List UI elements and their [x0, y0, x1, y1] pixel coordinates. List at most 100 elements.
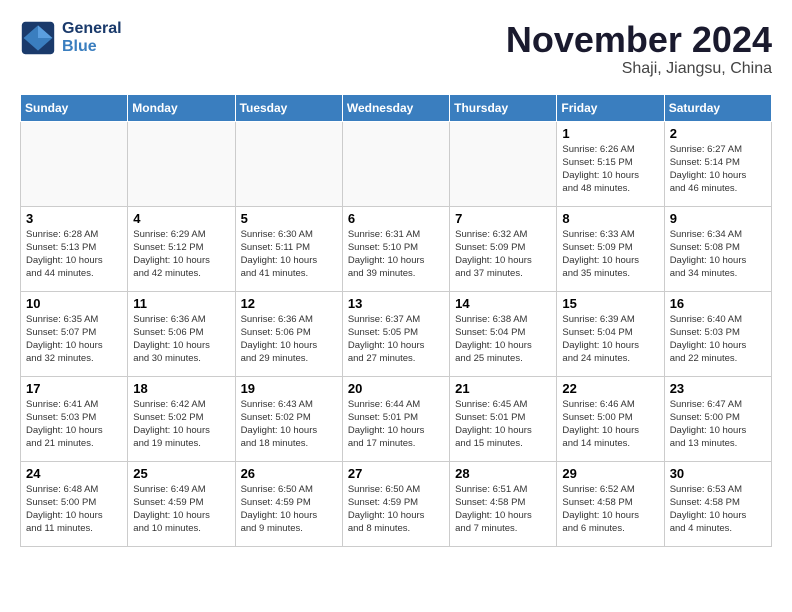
day-info: Sunrise: 6:51 AMSunset: 4:58 PMDaylight:… — [455, 483, 551, 536]
day-number: 18 — [133, 381, 229, 396]
day-header-wednesday: Wednesday — [342, 94, 449, 121]
logo-text: General Blue — [62, 20, 122, 56]
day-number: 12 — [241, 296, 337, 311]
calendar-day-14: 14Sunrise: 6:38 AMSunset: 5:04 PMDayligh… — [450, 291, 557, 376]
day-number: 29 — [562, 466, 658, 481]
calendar-week-row: 10 Sunrise: 6:35 AMSunset: 5:07 PMDayligh… — [21, 291, 772, 376]
day-number: 1 — [562, 126, 658, 141]
location: Shaji, Jiangsu, China — [506, 60, 772, 78]
day-header-saturday: Saturday — [664, 94, 771, 121]
day-header-sunday: Sunday — [21, 94, 128, 121]
day-header-thursday: Thursday — [450, 94, 557, 121]
day-number: 5 — [241, 211, 337, 226]
calendar: SundayMondayTuesdayWednesdayThursdayFrid… — [20, 94, 772, 547]
day-info: Sunrise: 6:48 AMSunset: 5:00 PMDaylight:… — [26, 483, 122, 536]
calendar-day-9: 9 Sunrise: 6:34 AMSunset: 5:08 PMDaylight… — [664, 206, 771, 291]
day-number: 22 — [562, 381, 658, 396]
day-number: 2 — [670, 126, 766, 141]
day-info: Sunrise: 6:33 AMSunset: 5:09 PMDaylight:… — [562, 228, 658, 281]
calendar-day-11: 11 Sunrise: 6:36 AMSunset: 5:06 PMDayligh… — [128, 291, 235, 376]
day-info: Sunrise: 6:30 AMSunset: 5:11 PMDaylight:… — [241, 228, 337, 281]
day-number: 15 — [562, 296, 658, 311]
day-number: 21 — [455, 381, 551, 396]
day-info: Sunrise: 6:53 AMSunset: 4:58 PMDaylight:… — [670, 483, 766, 536]
calendar-day-15: 15 Sunrise: 6:39 AMSunset: 5:04 PMDayligh… — [557, 291, 664, 376]
calendar-day-26: 26Sunrise: 6:50 AMSunset: 4:59 PMDayligh… — [235, 461, 342, 546]
day-number: 6 — [348, 211, 444, 226]
day-number: 30 — [670, 466, 766, 481]
day-number: 23 — [670, 381, 766, 396]
day-number: 11 — [133, 296, 229, 311]
calendar-day-7: 7Sunrise: 6:32 AMSunset: 5:09 PMDaylight… — [450, 206, 557, 291]
day-header-tuesday: Tuesday — [235, 94, 342, 121]
day-info: Sunrise: 6:31 AMSunset: 5:10 PMDaylight:… — [348, 228, 444, 281]
calendar-day-28: 28 Sunrise: 6:51 AMSunset: 4:58 PMDayligh… — [450, 461, 557, 546]
calendar-day-4: 4Sunrise: 6:29 AMSunset: 5:12 PMDaylight… — [128, 206, 235, 291]
day-info: Sunrise: 6:42 AMSunset: 5:02 PMDaylight:… — [133, 398, 229, 451]
day-info: Sunrise: 6:47 AMSunset: 5:00 PMDaylight:… — [670, 398, 766, 451]
calendar-day-1: 1 Sunrise: 6:26 AMSunset: 5:15 PMDaylight… — [557, 121, 664, 206]
day-number: 27 — [348, 466, 444, 481]
logo-icon — [20, 20, 56, 56]
day-info: Sunrise: 6:44 AMSunset: 5:01 PMDaylight:… — [348, 398, 444, 451]
day-info: Sunrise: 6:26 AMSunset: 5:15 PMDaylight:… — [562, 143, 658, 196]
day-info: Sunrise: 6:36 AMSunset: 5:06 PMDaylight:… — [133, 313, 229, 366]
calendar-day-19: 19Sunrise: 6:43 AMSunset: 5:02 PMDayligh… — [235, 376, 342, 461]
calendar-week-row: 1 Sunrise: 6:26 AMSunset: 5:15 PMDaylight… — [21, 121, 772, 206]
calendar-day-29: 29 Sunrise: 6:52 AMSunset: 4:58 PMDayligh… — [557, 461, 664, 546]
calendar-day-17: 17 Sunrise: 6:41 AMSunset: 5:03 PMDayligh… — [21, 376, 128, 461]
calendar-day-22: 22 Sunrise: 6:46 AMSunset: 5:00 PMDayligh… — [557, 376, 664, 461]
calendar-day-23: 23 Sunrise: 6:47 AMSunset: 5:00 PMDayligh… — [664, 376, 771, 461]
calendar-day-27: 27Sunrise: 6:50 AMSunset: 4:59 PMDayligh… — [342, 461, 449, 546]
calendar-week-row: 17 Sunrise: 6:41 AMSunset: 5:03 PMDayligh… — [21, 376, 772, 461]
day-header-monday: Monday — [128, 94, 235, 121]
day-number: 13 — [348, 296, 444, 311]
day-info: Sunrise: 6:28 AMSunset: 5:13 PMDaylight:… — [26, 228, 122, 281]
day-info: Sunrise: 6:32 AMSunset: 5:09 PMDaylight:… — [455, 228, 551, 281]
day-number: 4 — [133, 211, 229, 226]
logo: General Blue — [20, 20, 122, 56]
day-number: 19 — [241, 381, 337, 396]
day-info: Sunrise: 6:52 AMSunset: 4:58 PMDaylight:… — [562, 483, 658, 536]
calendar-empty — [128, 121, 235, 206]
day-number: 3 — [26, 211, 122, 226]
day-header-friday: Friday — [557, 94, 664, 121]
calendar-day-18: 18 Sunrise: 6:42 AMSunset: 5:02 PMDayligh… — [128, 376, 235, 461]
day-number: 10 — [26, 296, 122, 311]
day-info: Sunrise: 6:39 AMSunset: 5:04 PMDaylight:… — [562, 313, 658, 366]
calendar-day-20: 20Sunrise: 6:44 AMSunset: 5:01 PMDayligh… — [342, 376, 449, 461]
calendar-day-16: 16 Sunrise: 6:40 AMSunset: 5:03 PMDayligh… — [664, 291, 771, 376]
calendar-day-6: 6 Sunrise: 6:31 AMSunset: 5:10 PMDaylight… — [342, 206, 449, 291]
calendar-day-8: 8 Sunrise: 6:33 AMSunset: 5:09 PMDaylight… — [557, 206, 664, 291]
day-info: Sunrise: 6:27 AMSunset: 5:14 PMDaylight:… — [670, 143, 766, 196]
day-info: Sunrise: 6:40 AMSunset: 5:03 PMDaylight:… — [670, 313, 766, 366]
day-number: 25 — [133, 466, 229, 481]
calendar-empty — [450, 121, 557, 206]
calendar-day-25: 25 Sunrise: 6:49 AMSunset: 4:59 PMDayligh… — [128, 461, 235, 546]
day-number: 28 — [455, 466, 551, 481]
day-info: Sunrise: 6:41 AMSunset: 5:03 PMDaylight:… — [26, 398, 122, 451]
day-number: 8 — [562, 211, 658, 226]
calendar-day-21: 21Sunrise: 6:45 AMSunset: 5:01 PMDayligh… — [450, 376, 557, 461]
calendar-week-row: 3 Sunrise: 6:28 AMSunset: 5:13 PMDaylight… — [21, 206, 772, 291]
day-number: 9 — [670, 211, 766, 226]
day-number: 16 — [670, 296, 766, 311]
calendar-empty — [21, 121, 128, 206]
day-number: 17 — [26, 381, 122, 396]
calendar-day-2: 2 Sunrise: 6:27 AMSunset: 5:14 PMDaylight… — [664, 121, 771, 206]
day-number: 14 — [455, 296, 551, 311]
day-info: Sunrise: 6:46 AMSunset: 5:00 PMDaylight:… — [562, 398, 658, 451]
day-info: Sunrise: 6:50 AMSunset: 4:59 PMDaylight:… — [241, 483, 337, 536]
day-info: Sunrise: 6:34 AMSunset: 5:08 PMDaylight:… — [670, 228, 766, 281]
calendar-day-24: 24 Sunrise: 6:48 AMSunset: 5:00 PMDayligh… — [21, 461, 128, 546]
calendar-day-5: 5 Sunrise: 6:30 AMSunset: 5:11 PMDaylight… — [235, 206, 342, 291]
calendar-day-10: 10 Sunrise: 6:35 AMSunset: 5:07 PMDayligh… — [21, 291, 128, 376]
day-info: Sunrise: 6:49 AMSunset: 4:59 PMDaylight:… — [133, 483, 229, 536]
calendar-day-30: 30 Sunrise: 6:53 AMSunset: 4:58 PMDayligh… — [664, 461, 771, 546]
day-info: Sunrise: 6:35 AMSunset: 5:07 PMDaylight:… — [26, 313, 122, 366]
calendar-day-3: 3 Sunrise: 6:28 AMSunset: 5:13 PMDaylight… — [21, 206, 128, 291]
day-number: 24 — [26, 466, 122, 481]
month-title: November 2024 — [506, 20, 772, 60]
calendar-empty — [235, 121, 342, 206]
calendar-day-12: 12Sunrise: 6:36 AMSunset: 5:06 PMDayligh… — [235, 291, 342, 376]
